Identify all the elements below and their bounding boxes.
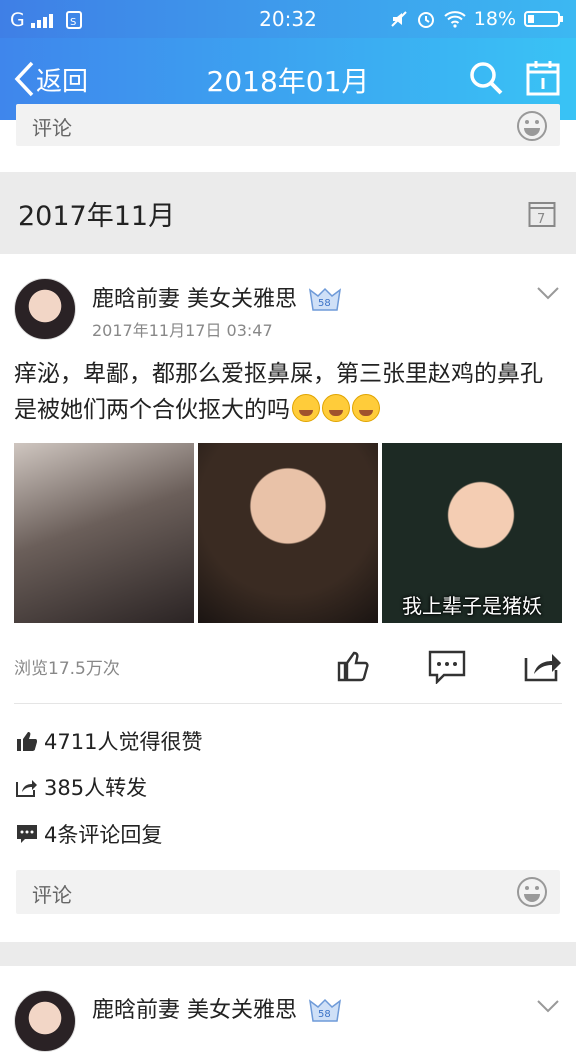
like-icon[interactable] [336, 650, 370, 682]
search-icon[interactable] [468, 60, 504, 96]
status-icons: 18% [390, 8, 564, 30]
emoji-icon[interactable] [516, 110, 548, 142]
shares-summary[interactable]: 385人转发 [16, 772, 147, 802]
view-count: 浏览17.5万次 [14, 659, 120, 679]
next-post-username-text: 鹿晗前妻 美女关雅思 [92, 998, 297, 1023]
photo-grid: 我上辈子是猪妖 [14, 443, 562, 623]
month-label: 2017年11月 [18, 201, 176, 232]
post-action-row: 浏览17.5万次 [14, 650, 562, 684]
post-time: 2017年11月17日 03:47 [92, 321, 273, 340]
comment-small-icon [17, 825, 37, 843]
alarm-icon [417, 12, 434, 28]
comment-input[interactable]: 评论 [16, 870, 560, 914]
shares-text: 385人转发 [44, 776, 148, 800]
likes-summary[interactable]: 4711人觉得很赞 [16, 726, 202, 756]
share-small-icon [16, 780, 37, 797]
battery-icon [524, 11, 563, 27]
prev-comment-placeholder: 评论 [32, 116, 72, 140]
thumbs-up-icon [17, 732, 37, 751]
next-vip-badge-number: 58 [318, 1009, 331, 1020]
comment-icon[interactable] [428, 650, 466, 684]
chevron-down-icon[interactable] [536, 285, 560, 301]
chevron-down-icon[interactable] [536, 998, 560, 1014]
emoji-grin-icon [352, 394, 380, 422]
next-post-username[interactable]: 鹿晗前妻 美女关雅思 58 [92, 992, 342, 1024]
photo-2[interactable] [198, 443, 378, 623]
comment-placeholder: 评论 [32, 883, 72, 907]
calendar-day-icon[interactable]: 7 [528, 200, 556, 228]
avatar[interactable] [14, 278, 76, 340]
vip-badge-number: 58 [318, 298, 331, 309]
comments-summary[interactable]: 4条评论回复 [16, 819, 162, 849]
photo-caption: 我上辈子是猪妖 [402, 594, 542, 618]
battery-percent: 18% [473, 8, 516, 30]
avatar[interactable] [14, 990, 76, 1052]
photo-1[interactable] [14, 443, 194, 623]
likes-text: 4711人觉得很赞 [44, 730, 203, 754]
wifi-icon [444, 11, 466, 28]
nav-actions [468, 60, 560, 96]
month-header: 2017年11月 7 [0, 172, 576, 254]
calendar-day-number: 7 [537, 212, 545, 227]
calendar-icon[interactable] [526, 60, 560, 96]
action-buttons [336, 650, 562, 684]
divider [14, 703, 562, 704]
share-icon[interactable] [524, 650, 562, 682]
status-bar: G S 20:32 18% [0, 0, 576, 38]
emoji-icon[interactable] [516, 876, 548, 908]
photo-3[interactable]: 我上辈子是猪妖 [382, 443, 562, 623]
mute-icon [391, 11, 407, 27]
emoji-yawn-icon [322, 394, 350, 422]
post-text: 痒泌，卑鄙，都那么爱抠鼻屎，第三张里赵鸡的鼻孔是被她们两个合伙抠大的吗 [14, 356, 562, 428]
vip-badge-icon: 58 [308, 998, 342, 1022]
post-username[interactable]: 鹿晗前妻 美女关雅思 58 [92, 281, 342, 313]
vip-badge-icon: 58 [308, 287, 342, 311]
post-username-text: 鹿晗前妻 美女关雅思 [92, 287, 297, 312]
comments-text: 4条评论回复 [44, 823, 163, 847]
post-separator [0, 942, 576, 966]
prev-comment-input[interactable]: 评论 [16, 104, 560, 146]
emoji-yawn-icon [292, 394, 320, 422]
post-text-content: 痒泌，卑鄙，都那么爱抠鼻屎，第三张里赵鸡的鼻孔是被她们两个合伙抠大的吗 [14, 361, 543, 423]
